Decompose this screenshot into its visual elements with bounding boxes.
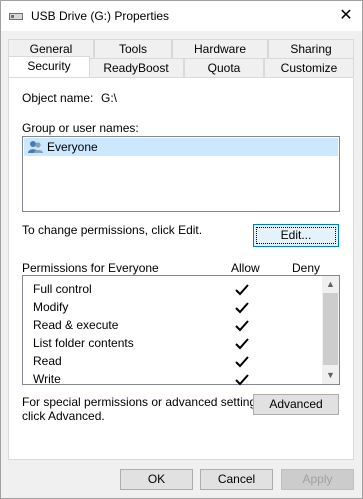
- edit-button[interactable]: Edit...: [253, 224, 339, 247]
- cancel-button[interactable]: Cancel: [200, 469, 273, 490]
- allow-check-icon: [235, 320, 249, 332]
- security-panel: Object name: G:\ Group or user names: Ev…: [8, 77, 354, 460]
- tab-hardware[interactable]: Hardware: [172, 39, 268, 58]
- permissions-label: Permissions for Everyone: [22, 261, 159, 275]
- scroll-down-icon[interactable]: ▼: [322, 367, 339, 384]
- permission-row: Write: [33, 370, 61, 388]
- object-name-label: Object name:: [22, 91, 94, 105]
- title-bar[interactable]: USB Drive (G:) Properties ✕: [1, 1, 362, 31]
- permission-name: Write: [33, 372, 61, 386]
- permissions-scrollbar[interactable]: ▲ ▼: [322, 276, 339, 384]
- object-name-value: G:\: [101, 91, 118, 105]
- permission-row: Full control: [33, 280, 92, 298]
- window-title: USB Drive (G:) Properties: [31, 9, 170, 23]
- group-names-label: Group or user names:: [22, 121, 139, 135]
- group-list[interactable]: Everyone: [22, 136, 340, 212]
- tab-sharing[interactable]: Sharing: [268, 39, 354, 58]
- tab-readyboost[interactable]: ReadyBoost: [88, 58, 184, 77]
- permission-name: Full control: [33, 282, 92, 296]
- close-icon[interactable]: ✕: [338, 8, 354, 24]
- deny-header: Deny: [292, 261, 321, 275]
- allow-check-icon: [235, 338, 249, 350]
- permission-name: Read: [33, 354, 62, 368]
- allow-check-icon: [235, 356, 249, 368]
- special-permissions-text-line1: For special permissions or advanced sett…: [22, 395, 266, 409]
- allow-check-icon: [235, 374, 249, 386]
- ok-button[interactable]: OK: [120, 469, 193, 490]
- permission-name: List folder contents: [33, 336, 134, 350]
- change-permissions-text: To change permissions, click Edit.: [22, 223, 203, 237]
- advanced-button[interactable]: Advanced: [253, 394, 339, 415]
- permission-name: Read & execute: [33, 318, 119, 332]
- group-name: Everyone: [47, 140, 98, 154]
- permission-row: Read & execute: [33, 316, 118, 334]
- users-icon: [28, 141, 43, 153]
- usb-drive-icon: [9, 13, 23, 20]
- tab-security[interactable]: Security: [8, 56, 90, 77]
- apply-button[interactable]: Apply: [281, 469, 354, 490]
- permission-row: List folder contents: [33, 334, 134, 352]
- tab-customize[interactable]: Customize: [264, 58, 354, 77]
- permission-row: Read: [33, 352, 62, 370]
- list-item[interactable]: Everyone: [24, 138, 338, 156]
- tab-quota[interactable]: Quota: [184, 58, 264, 77]
- tab-tools[interactable]: Tools: [94, 39, 172, 58]
- scroll-thumb[interactable]: [323, 293, 338, 365]
- scroll-up-icon[interactable]: ▲: [322, 276, 339, 293]
- edit-button-label: Edit...: [256, 227, 336, 244]
- allow-header: Allow: [231, 261, 260, 275]
- permissions-list[interactable]: Full control Modify Read & execute List …: [22, 275, 340, 388]
- allow-check-icon: [235, 302, 249, 314]
- permission-name: Modify: [33, 300, 69, 314]
- allow-check-icon: [235, 284, 249, 296]
- special-permissions-text-line2: click Advanced.: [22, 409, 105, 423]
- permission-row: Modify: [33, 298, 68, 316]
